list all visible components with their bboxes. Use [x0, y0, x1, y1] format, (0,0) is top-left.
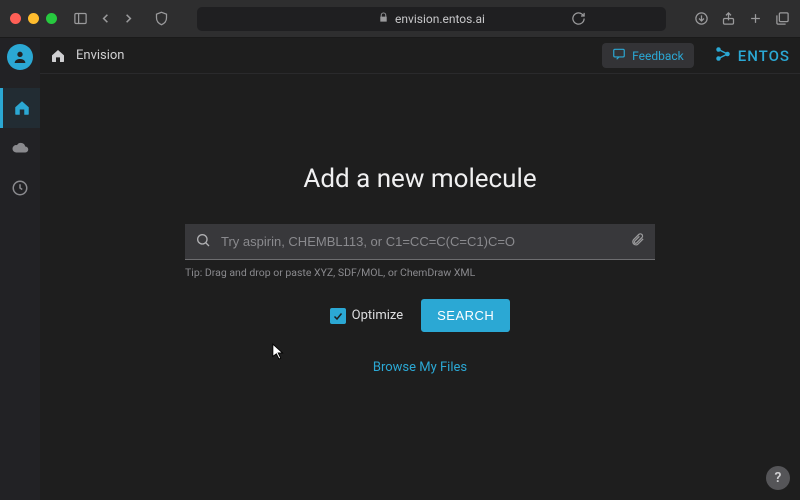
app-shell: Envision Feedback entos Add a new molecu… — [0, 38, 800, 500]
main-panel: Envision Feedback entos Add a new molecu… — [40, 38, 800, 500]
home-icon[interactable] — [50, 48, 66, 64]
content-area: Add a new molecule Tip: Drag and drop or… — [40, 74, 800, 500]
help-button[interactable]: ? — [766, 466, 790, 490]
nav-arrows — [98, 11, 136, 26]
logo[interactable]: entos — [714, 45, 790, 67]
tabs-icon[interactable] — [775, 11, 790, 26]
forward-icon[interactable] — [121, 11, 136, 26]
url-bar[interactable]: envision.entos.ai — [197, 7, 666, 31]
molecule-search-box[interactable] — [185, 224, 655, 260]
tip-text: Tip: Drag and drop or paste XYZ, SDF/MOL… — [185, 266, 655, 279]
rail-cloud[interactable] — [0, 128, 40, 168]
feedback-label: Feedback — [632, 49, 684, 63]
search-controls: Optimize SEARCH — [330, 299, 511, 332]
molecule-search-input[interactable] — [221, 234, 620, 249]
search-button[interactable]: SEARCH — [421, 299, 510, 332]
feedback-button[interactable]: Feedback — [602, 43, 694, 68]
attachment-icon[interactable] — [630, 232, 645, 251]
page-title: Add a new molecule — [303, 164, 536, 194]
lock-icon — [378, 12, 389, 26]
sidebar-toggle-icon[interactable] — [73, 11, 88, 26]
optimize-label: Optimize — [352, 308, 403, 323]
url-text: envision.entos.ai — [395, 12, 485, 26]
checkbox-checked-icon — [330, 308, 346, 324]
avatar[interactable] — [7, 44, 33, 70]
left-rail — [0, 38, 40, 500]
optimize-checkbox[interactable]: Optimize — [330, 308, 403, 324]
minimize-window-icon[interactable] — [28, 13, 39, 24]
app-name: Envision — [76, 48, 125, 63]
shield-icon[interactable] — [154, 11, 169, 26]
close-window-icon[interactable] — [10, 13, 21, 24]
maximize-window-icon[interactable] — [46, 13, 57, 24]
refresh-icon[interactable] — [571, 11, 586, 26]
new-tab-icon[interactable] — [748, 11, 763, 26]
chrome-right-icons — [694, 11, 790, 26]
rail-home[interactable] — [0, 88, 40, 128]
back-icon[interactable] — [98, 11, 113, 26]
share-icon[interactable] — [721, 11, 736, 26]
top-bar: Envision Feedback entos — [40, 38, 800, 74]
window-controls — [10, 13, 57, 24]
chat-icon — [612, 47, 626, 64]
logo-mark-icon — [714, 45, 732, 67]
download-icon[interactable] — [694, 11, 709, 26]
search-icon — [195, 232, 211, 252]
browser-chrome: envision.entos.ai — [0, 0, 800, 38]
browse-files-link[interactable]: Browse My Files — [373, 360, 467, 375]
logo-text: entos — [738, 47, 790, 65]
rail-history[interactable] — [0, 168, 40, 208]
